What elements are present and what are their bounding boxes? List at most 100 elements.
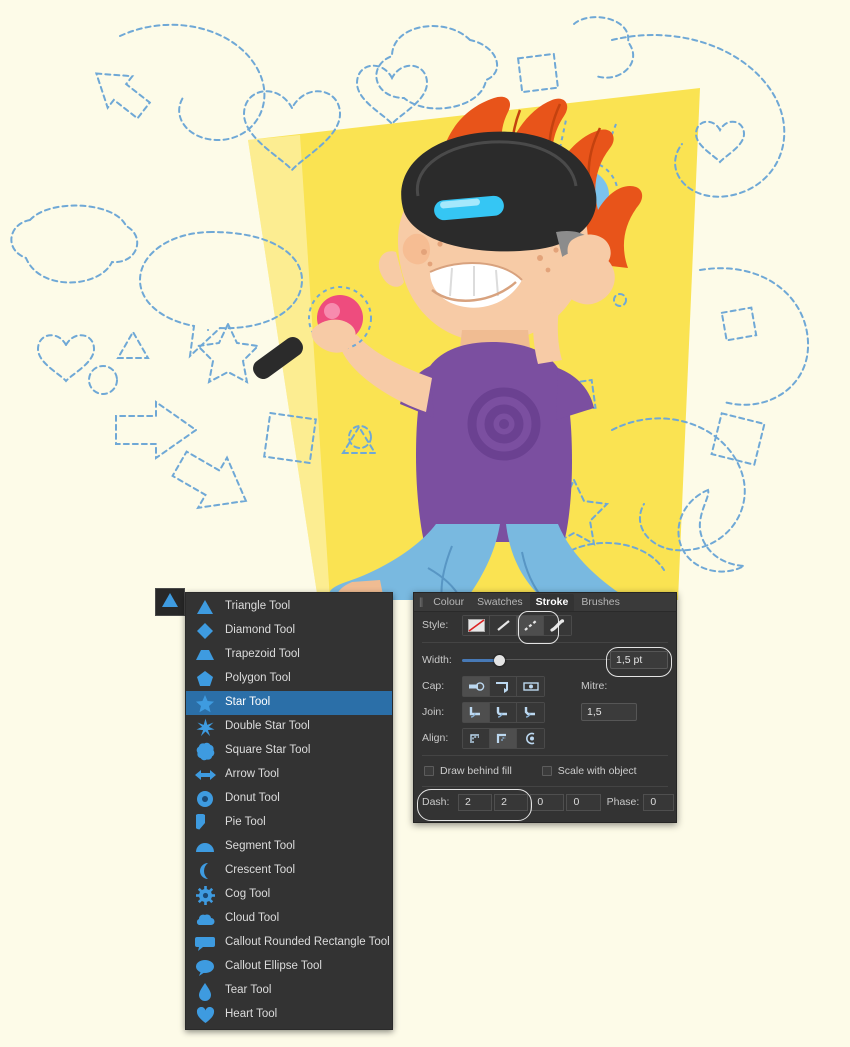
dash-row: Dash: 2 2 0 0 Phase: 0	[414, 791, 676, 813]
bevel-join-icon[interactable]	[517, 702, 544, 722]
tool-menu-item-pie[interactable]: Pie Tool	[186, 811, 392, 835]
tool-menu-label: Double Star Tool	[225, 720, 310, 733]
join-label: Join:	[422, 706, 445, 718]
dash-field-4[interactable]: 0	[566, 793, 601, 811]
tool-menu-item-diamond[interactable]: Diamond Tool	[186, 619, 392, 643]
width-value-field[interactable]: 1,5 pt	[610, 651, 668, 669]
divider	[422, 786, 668, 787]
phase-field[interactable]: 0	[643, 793, 674, 811]
tool-menu-item-callout-rounded-rectangle[interactable]: Callout Rounded Rectangle Tool	[186, 931, 392, 955]
tool-menu-label: Crescent Tool	[225, 864, 296, 877]
star-icon	[194, 693, 216, 713]
dash-label: Dash:	[422, 796, 450, 808]
artwork-illustration	[0, 0, 850, 600]
tool-menu-item-tear[interactable]: Tear Tool	[186, 979, 392, 1003]
mitre-label: Mitre:	[581, 680, 608, 692]
tool-menu-item-double-star[interactable]: Double Star Tool	[186, 715, 392, 739]
tool-menu-item-arrow[interactable]: Arrow Tool	[186, 763, 392, 787]
callout-rounded-rectangle-icon	[194, 933, 216, 953]
tool-menu-item-square-star[interactable]: Square Star Tool	[186, 739, 392, 763]
width-slider[interactable]	[462, 653, 610, 667]
tab-colour[interactable]: Colour	[427, 594, 470, 611]
align-button-group[interactable]	[462, 727, 545, 749]
dash-field-1[interactable]: 2	[458, 793, 493, 811]
tool-menu-label: Segment Tool	[225, 840, 296, 853]
pie-icon	[194, 813, 216, 833]
join-button-group[interactable]	[462, 701, 545, 723]
triangle-tool-icon	[161, 592, 179, 613]
triangle-icon	[194, 597, 216, 617]
tab-brushes[interactable]: Brushes	[575, 594, 626, 611]
dash-field-2[interactable]: 2	[494, 793, 529, 811]
phase-label: Phase:	[606, 796, 640, 808]
cap-button-group[interactable]	[462, 675, 545, 697]
round-cap-icon[interactable]	[517, 676, 544, 696]
panel-tab-bar[interactable]: || Colour Swatches Stroke Brushes	[414, 593, 676, 612]
none-stroke-icon[interactable]	[463, 615, 490, 635]
tool-menu-item-cloud[interactable]: Cloud Tool	[186, 907, 392, 931]
screenshot-root: Triangle Tool Diamond Tool Trapezoid Too…	[0, 0, 850, 1047]
double-star-icon	[194, 717, 216, 737]
crescent-icon	[194, 861, 216, 881]
shape-tools-flyout-menu[interactable]: Triangle Tool Diamond Tool Trapezoid Too…	[185, 592, 393, 1030]
polygon-icon	[194, 669, 216, 689]
tool-menu-item-trapezoid[interactable]: Trapezoid Tool	[186, 643, 392, 667]
align-center-icon[interactable]	[463, 728, 490, 748]
tool-menu-item-star[interactable]: Star Tool	[186, 691, 392, 715]
scale-with-object-checkbox[interactable]	[541, 766, 552, 776]
tool-menu-item-triangle[interactable]: Triangle Tool	[186, 595, 392, 619]
dash-field-3[interactable]: 0	[530, 793, 565, 811]
tool-menu-label: Star Tool	[225, 696, 271, 709]
arrow-icon	[194, 765, 216, 785]
butt-cap-icon[interactable]	[463, 676, 490, 696]
panel-drag-grip[interactable]: ||	[417, 597, 426, 608]
square-cap-icon[interactable]	[490, 676, 517, 696]
style-row: Style:	[414, 612, 676, 638]
tear-icon	[194, 981, 216, 1001]
scale-with-object-label: Scale with object	[557, 765, 637, 777]
tool-menu-item-segment[interactable]: Segment Tool	[186, 835, 392, 859]
tool-menu-label: Square Star Tool	[225, 744, 311, 757]
join-row: Join: 1,5	[414, 699, 676, 725]
callout-ellipse-icon	[194, 957, 216, 977]
align-inside-icon[interactable]	[490, 728, 517, 748]
dashed-stroke-icon[interactable]	[517, 615, 544, 635]
tool-menu-item-polygon[interactable]: Polygon Tool	[186, 667, 392, 691]
options-row: Draw behind fill Scale with object	[414, 760, 676, 782]
tool-menu-label: Diamond Tool	[225, 624, 296, 637]
miter-join-icon[interactable]	[463, 702, 490, 722]
tab-swatches[interactable]: Swatches	[471, 594, 529, 611]
cloud-icon	[194, 909, 216, 929]
divider	[422, 642, 668, 643]
solid-stroke-icon[interactable]	[490, 615, 517, 635]
tool-menu-item-donut[interactable]: Donut Tool	[186, 787, 392, 811]
toolbar-shape-tool-button[interactable]	[155, 588, 185, 616]
width-slider-track	[500, 659, 610, 660]
tool-menu-label: Donut Tool	[225, 792, 280, 805]
width-slider-knob[interactable]	[494, 655, 505, 666]
heart-icon	[194, 1005, 216, 1025]
square-star-icon	[194, 741, 216, 761]
brush-stroke-icon[interactable]	[544, 615, 571, 635]
stroke-panel[interactable]: || Colour Swatches Stroke Brushes Style:	[413, 592, 677, 823]
tool-menu-item-callout-ellipse[interactable]: Callout Ellipse Tool	[186, 955, 392, 979]
mitre-value-field[interactable]: 1,5	[581, 703, 637, 721]
align-row: Align:	[414, 725, 676, 751]
tool-menu-item-crescent[interactable]: Crescent Tool	[186, 859, 392, 883]
tab-stroke[interactable]: Stroke	[529, 593, 575, 611]
style-label: Style:	[422, 619, 449, 631]
divider	[422, 755, 668, 756]
tool-menu-label: Cloud Tool	[225, 912, 280, 925]
draw-behind-fill-checkbox[interactable]	[424, 766, 434, 776]
tool-menu-item-heart[interactable]: Heart Tool	[186, 1003, 392, 1027]
round-join-icon[interactable]	[490, 702, 517, 722]
align-outside-icon[interactable]	[517, 728, 544, 748]
width-label: Width:	[422, 654, 452, 666]
cap-row: Cap: Mitre:	[414, 673, 676, 699]
style-button-group[interactable]	[462, 614, 572, 636]
tool-menu-label: Pie Tool	[225, 816, 266, 829]
tool-menu-label: Polygon Tool	[225, 672, 291, 685]
tool-menu-item-cog[interactable]: Cog Tool	[186, 883, 392, 907]
tool-menu-label: Triangle Tool	[225, 600, 291, 613]
align-label: Align:	[422, 732, 449, 744]
